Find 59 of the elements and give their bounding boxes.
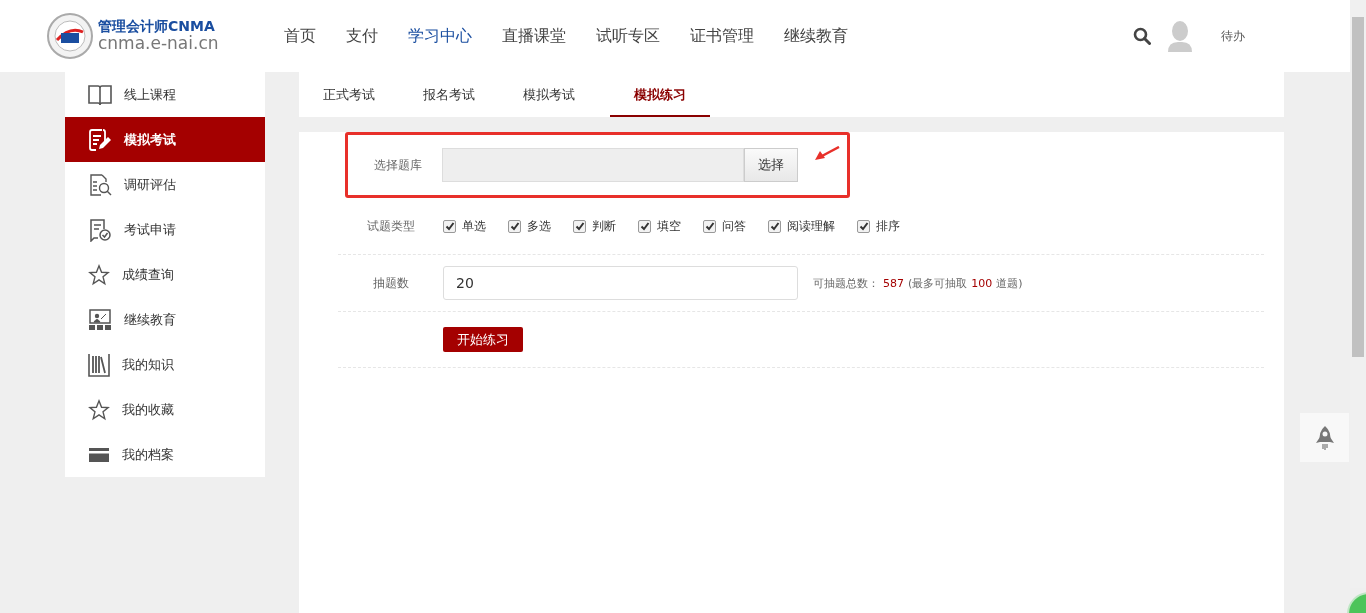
nav-link[interactable]: 继续教育 bbox=[776, 25, 856, 47]
field-label: 试题类型 bbox=[365, 217, 416, 235]
checkbox[interactable] bbox=[638, 219, 651, 233]
card-icon bbox=[88, 446, 110, 463]
checkbox[interactable] bbox=[573, 219, 586, 233]
logo-icon bbox=[46, 12, 94, 60]
checkbox-label[interactable]: 问答 bbox=[722, 217, 746, 235]
tab[interactable]: 模拟练习 bbox=[610, 72, 710, 117]
classroom-icon bbox=[88, 308, 112, 331]
nav-link[interactable]: 学习中心 bbox=[400, 25, 480, 47]
nav-link[interactable]: 试听专区 bbox=[588, 25, 668, 47]
sidebar-item[interactable]: 线上课程 bbox=[65, 72, 265, 117]
question-count-field[interactable]: 20 bbox=[443, 266, 798, 300]
document-pen-icon bbox=[88, 127, 112, 152]
checkbox-label[interactable]: 排序 bbox=[876, 217, 900, 235]
checkbox[interactable] bbox=[857, 219, 870, 233]
logo-url: cnma.e-nai.cn bbox=[98, 34, 219, 54]
question-bank-field[interactable] bbox=[442, 148, 744, 182]
star-icon bbox=[88, 263, 110, 286]
field-label: 抽题数 bbox=[371, 274, 410, 292]
todo-link[interactable]: 待办 bbox=[1221, 27, 1245, 45]
checkbox[interactable] bbox=[508, 219, 521, 233]
start-practice-button[interactable]: 开始练习 bbox=[443, 327, 523, 352]
checkbox-label[interactable]: 单选 bbox=[462, 217, 486, 235]
sidebar-item[interactable]: 我的档案 bbox=[65, 432, 265, 477]
logo-title: 管理会计师CNMA bbox=[98, 18, 216, 35]
sidebar-item[interactable]: 我的收藏 bbox=[65, 387, 265, 432]
count-note: 可抽题总数： 587 (最多可抽取 100 道题) bbox=[813, 275, 1024, 291]
bookshelf-icon bbox=[88, 352, 110, 377]
document-check-icon bbox=[88, 217, 112, 242]
sidebar-item[interactable]: 成绩查询 bbox=[65, 252, 265, 297]
checkbox-label[interactable]: 多选 bbox=[527, 217, 551, 235]
arrow-icon bbox=[814, 146, 840, 162]
checkbox[interactable] bbox=[443, 219, 456, 233]
nav-link[interactable]: 证书管理 bbox=[682, 25, 762, 47]
sidebar-item[interactable]: 继续教育 bbox=[65, 297, 265, 342]
document-search-icon bbox=[88, 172, 112, 197]
tab[interactable]: 正式考试 bbox=[310, 72, 388, 117]
checkbox-label[interactable]: 填空 bbox=[657, 217, 681, 235]
sidebar-item[interactable]: 考试申请 bbox=[65, 207, 265, 252]
sidebar-item[interactable]: 调研评估 bbox=[65, 162, 265, 207]
tab[interactable]: 报名考试 bbox=[410, 72, 488, 117]
tab[interactable]: 模拟考试 bbox=[510, 72, 588, 117]
nav-link[interactable]: 直播课堂 bbox=[494, 25, 574, 47]
checkbox-label[interactable]: 判断 bbox=[592, 217, 616, 235]
checkbox-label[interactable]: 阅读理解 bbox=[787, 217, 835, 235]
sidebar-item[interactable]: 我的知识 bbox=[65, 342, 265, 387]
select-button[interactable]: 选择 bbox=[744, 148, 798, 182]
checkbox[interactable] bbox=[703, 219, 716, 233]
search-icon[interactable] bbox=[1133, 27, 1151, 45]
nav-link[interactable]: 支付 bbox=[338, 25, 386, 47]
rocket-icon bbox=[1313, 424, 1336, 451]
back-to-top-button[interactable] bbox=[1300, 413, 1349, 462]
book-icon bbox=[88, 83, 112, 106]
sidebar-item[interactable]: 模拟考试 bbox=[65, 117, 265, 162]
field-label: 选择题库 bbox=[373, 156, 423, 174]
nav-link[interactable]: 首页 bbox=[276, 25, 324, 47]
checkbox[interactable] bbox=[768, 219, 781, 233]
star-icon bbox=[88, 398, 110, 421]
